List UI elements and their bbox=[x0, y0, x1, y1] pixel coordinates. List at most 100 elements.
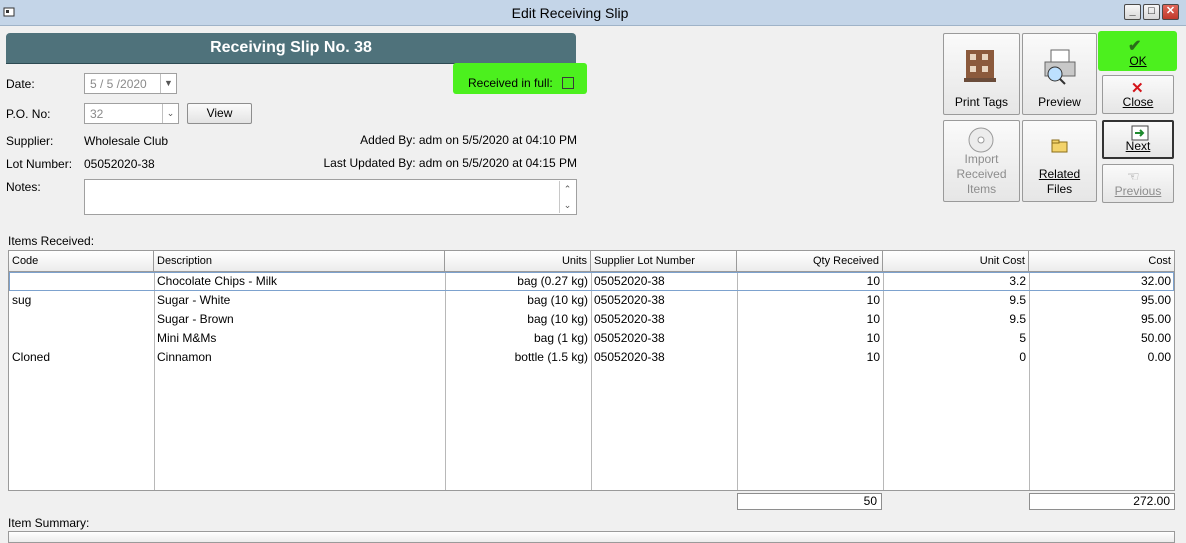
lot-value: 05052020-38 bbox=[84, 157, 155, 171]
cell-qty[interactable]: 10 bbox=[737, 329, 883, 348]
po-value: 32 bbox=[90, 107, 104, 121]
window-title: Edit Receiving Slip bbox=[511, 5, 629, 21]
next-button[interactable]: Next bbox=[1102, 120, 1174, 159]
page-title: Receiving Slip No. 38 bbox=[6, 33, 576, 63]
chevron-down-icon[interactable]: ⌄ bbox=[162, 104, 178, 123]
cell-supplier-lot[interactable]: 05052020-38 bbox=[591, 348, 737, 367]
print-tags-button[interactable]: Print Tags bbox=[943, 33, 1020, 115]
cell-units[interactable]: bag (10 kg) bbox=[445, 291, 591, 310]
cell-code[interactable] bbox=[9, 329, 154, 348]
cell-description[interactable]: Mini M&Ms bbox=[154, 329, 445, 348]
related-files-button[interactable]: Related Files bbox=[1022, 120, 1097, 202]
received-in-full-label: Received in full: bbox=[468, 76, 553, 90]
cell-description[interactable]: Sugar - White bbox=[154, 291, 445, 310]
notes-field[interactable]: ⌃ ⌄ bbox=[84, 179, 577, 215]
col-header-code[interactable]: Code bbox=[9, 251, 154, 272]
date-label: Date: bbox=[6, 77, 35, 91]
table-row[interactable]: Cloned Cinnamon bottle (1.5 kg) 05052020-38… bbox=[9, 348, 1174, 367]
table-row[interactable]: Mini M&Ms bag (1 kg) 05052020-38 10 5 50.00 bbox=[9, 329, 1174, 348]
po-label: P.O. No: bbox=[6, 107, 51, 121]
view-button[interactable]: View bbox=[187, 103, 252, 124]
notes-scrollbar[interactable]: ⌃ ⌄ bbox=[559, 181, 575, 213]
ok-button[interactable]: ✔ OK bbox=[1102, 33, 1174, 72]
cell-code[interactable]: sug bbox=[9, 291, 154, 310]
cell-description[interactable]: Sugar - Brown bbox=[154, 310, 445, 329]
supplier-value: Wholesale Club bbox=[84, 134, 169, 148]
close-window-button[interactable]: ✕ bbox=[1162, 4, 1179, 20]
preview-button[interactable]: Preview bbox=[1022, 33, 1097, 115]
cell-qty[interactable]: 10 bbox=[737, 348, 883, 367]
ok-label: OK bbox=[1129, 54, 1147, 68]
col-header-description[interactable]: Description bbox=[154, 251, 445, 272]
col-header-unit-cost[interactable]: Unit Cost bbox=[883, 251, 1029, 272]
import-label-line2: Received bbox=[956, 167, 1007, 181]
related-label-line2: Files bbox=[1046, 182, 1073, 196]
scroll-up-icon[interactable]: ⌃ bbox=[560, 181, 575, 197]
cell-units[interactable]: bottle (1.5 kg) bbox=[445, 348, 591, 367]
col-header-qty-received[interactable]: Qty Received bbox=[737, 251, 883, 272]
previous-button[interactable]: ☜ Previous bbox=[1102, 164, 1174, 203]
minimize-button[interactable]: _ bbox=[1124, 4, 1141, 20]
supplier-label: Supplier: bbox=[6, 134, 54, 148]
added-by-text: Added By: adm on 5/5/2020 at 04:10 PM bbox=[360, 133, 577, 147]
cell-unit-cost[interactable]: 3.2 bbox=[883, 272, 1029, 291]
cell-code[interactable] bbox=[9, 272, 154, 291]
table-row[interactable]: sug Sugar - White bag (10 kg) 05052020-38 10… bbox=[9, 291, 1174, 310]
total-cost-box: 272.00 bbox=[1029, 493, 1175, 510]
cell-supplier-lot[interactable]: 05052020-38 bbox=[591, 310, 737, 329]
col-header-units[interactable]: Units bbox=[445, 251, 591, 272]
cell-description[interactable]: Chocolate Chips - Milk bbox=[154, 272, 445, 291]
cell-supplier-lot[interactable]: 05052020-38 bbox=[591, 291, 737, 310]
cell-unit-cost[interactable]: 0 bbox=[883, 348, 1029, 367]
cell-qty[interactable]: 10 bbox=[737, 291, 883, 310]
cell-unit-cost[interactable]: 5 bbox=[883, 329, 1029, 348]
cell-cost[interactable]: 0.00 bbox=[1029, 348, 1174, 367]
cell-unit-cost[interactable]: 9.5 bbox=[883, 310, 1029, 329]
cell-units[interactable]: bag (0.27 kg) bbox=[445, 272, 591, 291]
maximize-button[interactable]: □ bbox=[1143, 4, 1160, 20]
cell-cost[interactable]: 95.00 bbox=[1029, 291, 1174, 310]
last-updated-text: Last Updated By: adm on 5/5/2020 at 04:1… bbox=[323, 156, 578, 170]
po-select[interactable]: 32 ⌄ bbox=[84, 103, 179, 124]
lot-label: Lot Number: bbox=[6, 157, 73, 171]
notes-label: Notes: bbox=[6, 180, 41, 194]
col-header-supplier-lot[interactable]: Supplier Lot Number bbox=[591, 251, 737, 272]
scroll-down-icon[interactable]: ⌄ bbox=[560, 197, 575, 213]
received-in-full-checkbox[interactable] bbox=[562, 77, 574, 89]
cell-qty[interactable]: 10 bbox=[737, 272, 883, 291]
cell-supplier-lot[interactable]: 05052020-38 bbox=[591, 329, 737, 348]
related-files-label: Related Files bbox=[1023, 167, 1096, 197]
close-label: Close bbox=[1122, 95, 1154, 109]
col-header-cost[interactable]: Cost bbox=[1029, 251, 1174, 272]
table-row[interactable]: Chocolate Chips - Milk bag (0.27 kg) 05052… bbox=[9, 272, 1174, 291]
item-summary-grid-header[interactable] bbox=[8, 531, 1175, 543]
cell-cost[interactable]: 50.00 bbox=[1029, 329, 1174, 348]
items-received-label: Items Received: bbox=[8, 234, 95, 248]
folder-icon bbox=[1051, 139, 1069, 156]
received-in-full-highlight: Received in full: bbox=[453, 63, 587, 94]
item-summary-label: Item Summary: bbox=[8, 516, 90, 530]
related-label-line1: Related bbox=[1038, 167, 1081, 181]
cell-cost[interactable]: 32.00 bbox=[1029, 272, 1174, 291]
title-bar: Edit Receiving Slip _ □ ✕ bbox=[0, 0, 1186, 26]
items-grid[interactable]: Code Description Units Supplier Lot Numb… bbox=[8, 250, 1175, 491]
import-label: Import Received Items bbox=[944, 152, 1019, 197]
chevron-down-icon[interactable]: ▼ bbox=[160, 74, 176, 93]
previous-label: Previous bbox=[1114, 184, 1162, 198]
import-label-line3: Items bbox=[966, 182, 997, 196]
cell-cost[interactable]: 95.00 bbox=[1029, 310, 1174, 329]
date-value: 5 / 5 /2020 bbox=[90, 77, 147, 91]
cell-description[interactable]: Cinnamon bbox=[154, 348, 445, 367]
cell-qty[interactable]: 10 bbox=[737, 310, 883, 329]
checkmark-icon: ✔ bbox=[1128, 38, 1142, 55]
cell-supplier-lot[interactable]: 05052020-38 bbox=[591, 272, 737, 291]
cell-units[interactable]: bag (1 kg) bbox=[445, 329, 591, 348]
import-received-items-button[interactable]: Import Received Items bbox=[943, 120, 1020, 202]
cell-units[interactable]: bag (10 kg) bbox=[445, 310, 591, 329]
cell-unit-cost[interactable]: 9.5 bbox=[883, 291, 1029, 310]
close-button[interactable]: ✕ Close bbox=[1102, 75, 1174, 114]
date-field[interactable]: 5 / 5 /2020 ▼ bbox=[84, 73, 177, 94]
table-row[interactable]: Sugar - Brown bag (10 kg) 05052020-38 10 9.5… bbox=[9, 310, 1174, 329]
cell-code[interactable]: Cloned bbox=[9, 348, 154, 367]
cell-code[interactable] bbox=[9, 310, 154, 329]
